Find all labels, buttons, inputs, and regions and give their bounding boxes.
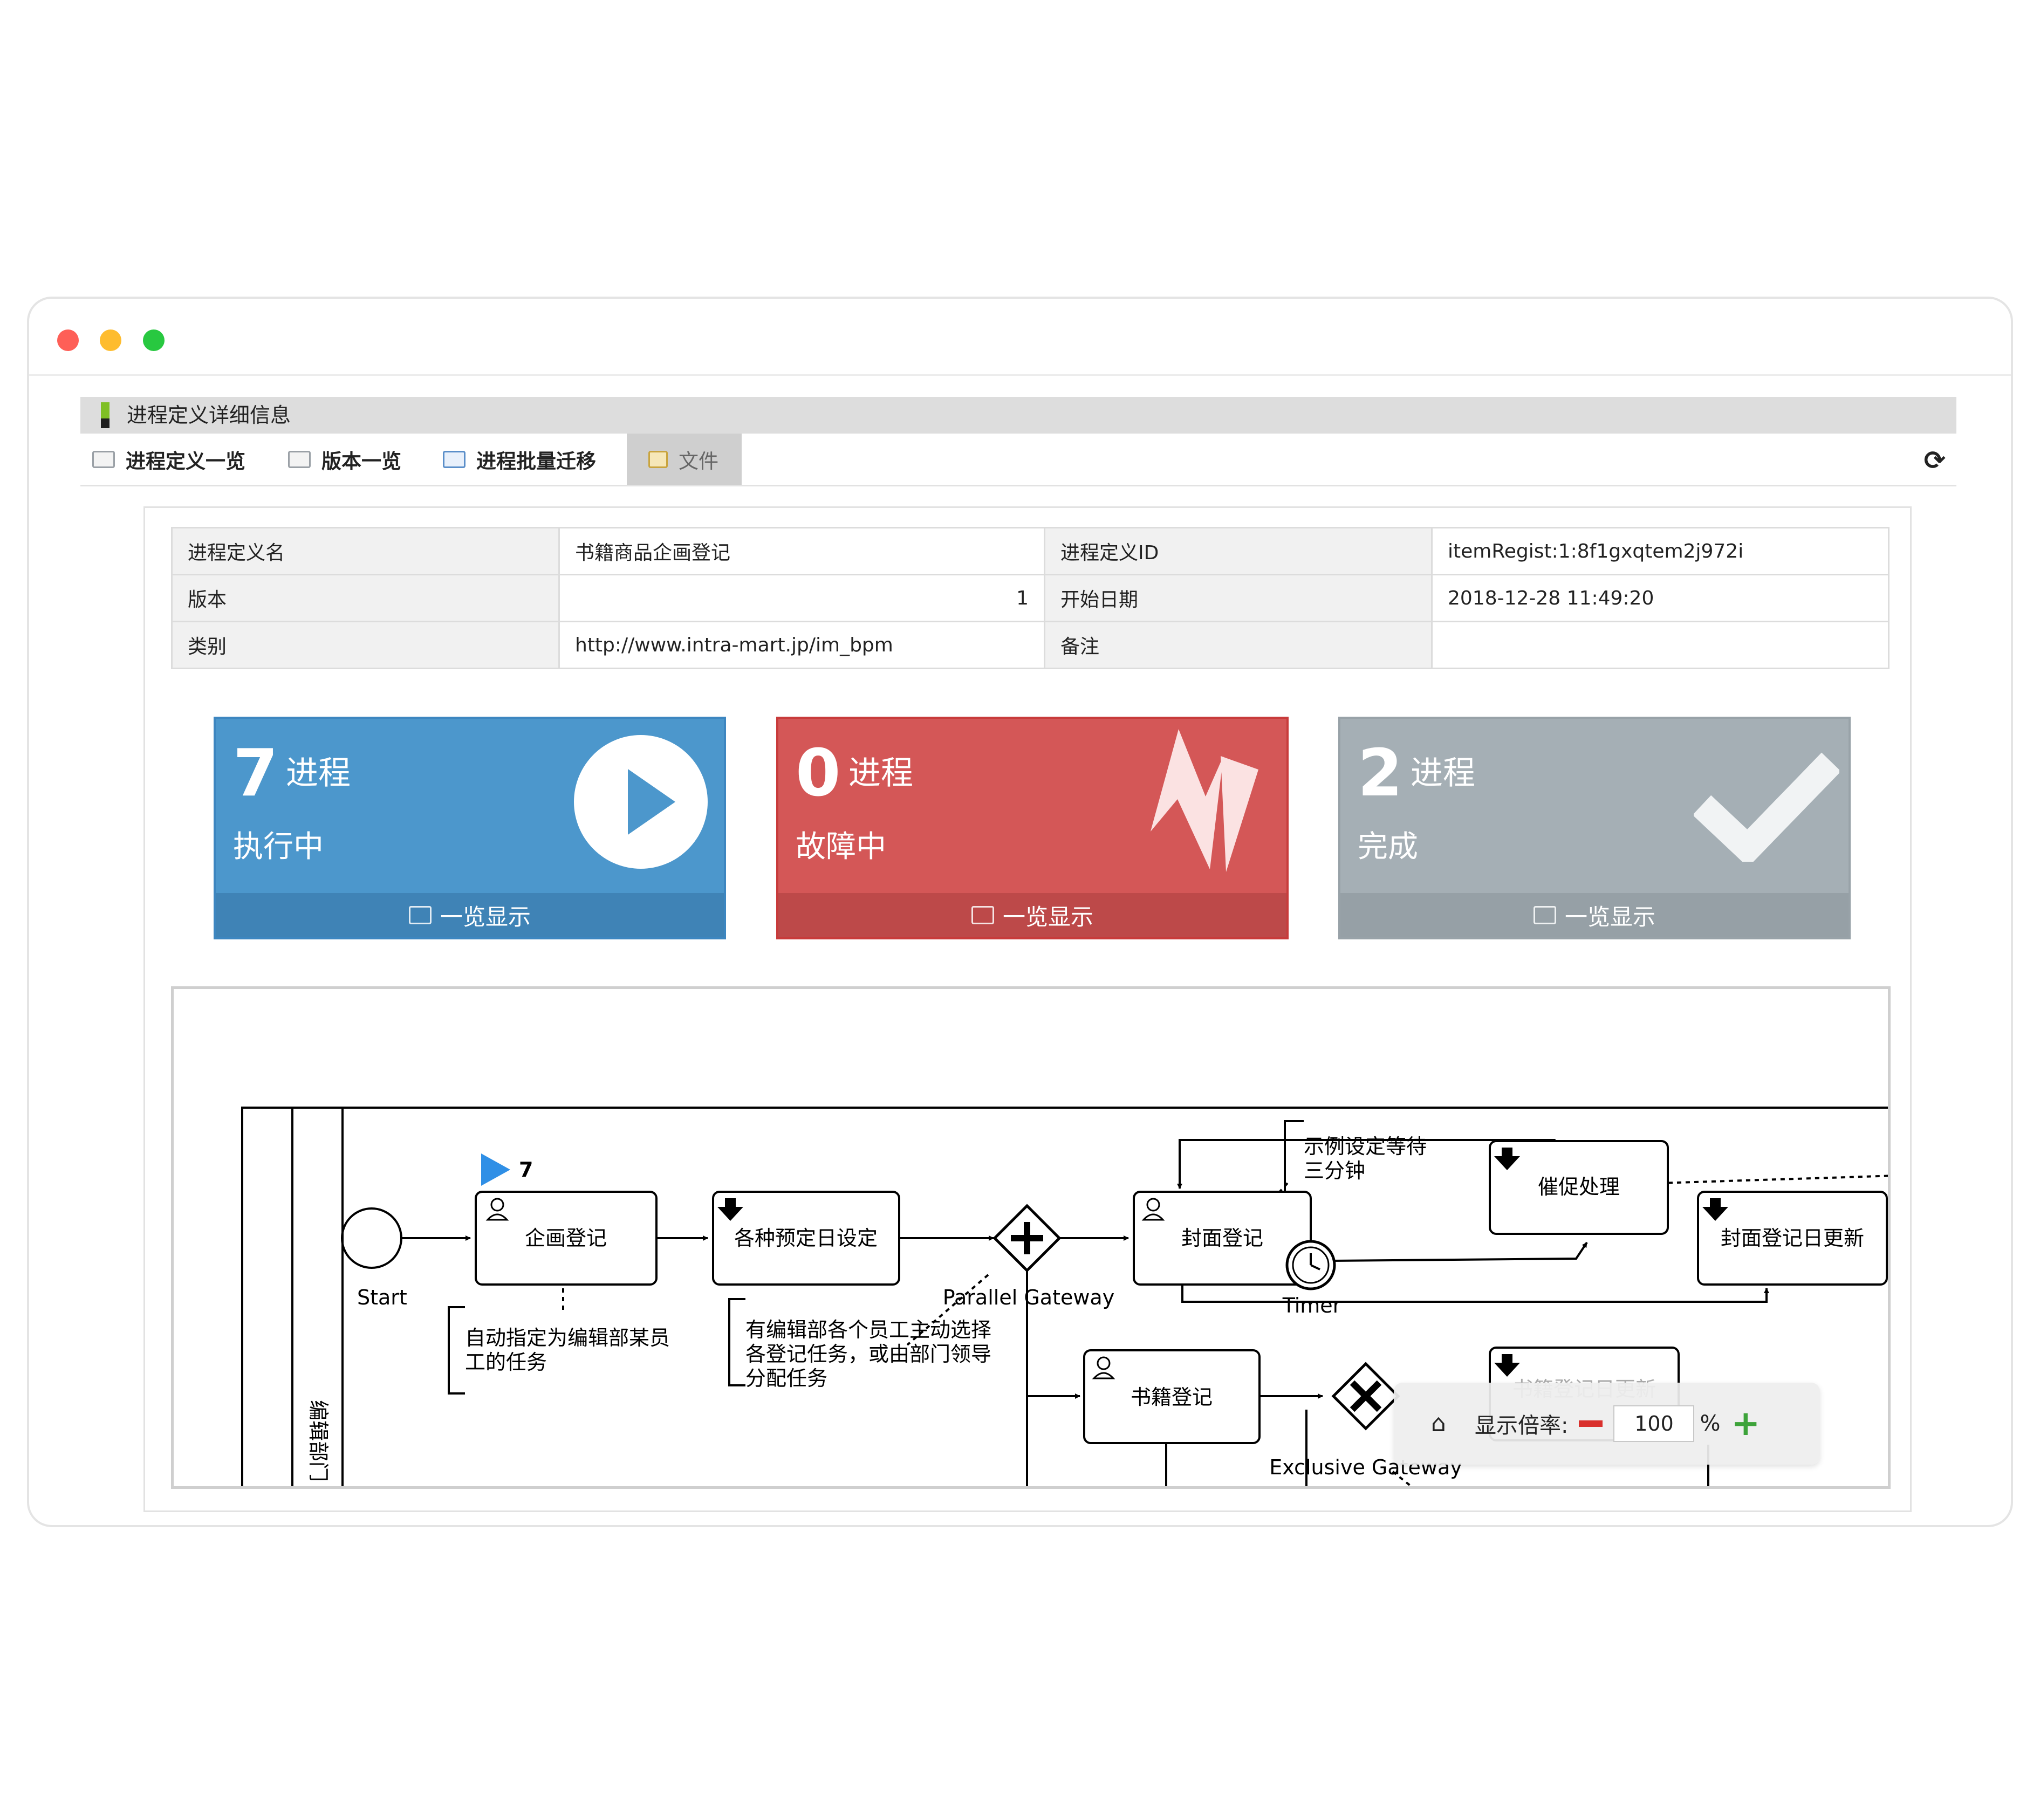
label-cell: 开始日期 bbox=[1044, 574, 1433, 622]
annotation-text: 分配任务 bbox=[745, 1366, 827, 1390]
card-error[interactable]: 0 进程 故障中 一览显示 bbox=[776, 717, 1289, 939]
label-cell: 类别 bbox=[171, 621, 560, 669]
header-marker-icon bbox=[101, 402, 109, 428]
card-count: 2 bbox=[1358, 736, 1403, 811]
browser-window: 进程定义详细信息 进程定义一览 版本一览 进程批量迁移 文件 ⟳ 进程定义名 书… bbox=[27, 297, 2013, 1527]
token-play-icon bbox=[481, 1153, 510, 1186]
value-cell: http://www.intra-mart.jp/im_bpm bbox=[558, 621, 1045, 669]
annotation-bracket bbox=[728, 1298, 745, 1386]
tab-process-definition-list[interactable]: 进程定义一览 bbox=[92, 434, 245, 485]
tab-version-list[interactable]: 版本一览 bbox=[288, 434, 401, 485]
footer-label: 一览显示 bbox=[1002, 903, 1093, 930]
card-count: 0 bbox=[796, 736, 841, 811]
check-icon bbox=[1694, 752, 1839, 862]
association bbox=[1659, 1175, 1888, 1184]
card-status: 执行中 bbox=[233, 829, 324, 864]
process-info-table: 进程定义名 书籍商品企画登记 进程定义ID itemRegist:1:8f1gx… bbox=[171, 527, 1890, 669]
token-count: 7 bbox=[519, 1158, 533, 1182]
list-icon bbox=[971, 906, 994, 924]
list-icon bbox=[288, 450, 311, 468]
label-cell: 备注 bbox=[1044, 621, 1433, 669]
annotation-text: 三分钟 bbox=[1304, 1159, 1365, 1183]
annotation-text: 示例设定等待 bbox=[1304, 1135, 1427, 1158]
toolbar: 进程定义一览 版本一览 进程批量迁移 文件 ⟳ bbox=[80, 434, 1956, 486]
maximize-window-button[interactable] bbox=[143, 329, 165, 351]
refresh-icon[interactable]: ⟳ bbox=[1924, 445, 1946, 476]
card-footer-list-link[interactable]: 一览显示 bbox=[1340, 893, 1849, 937]
label-cell: 进程定义ID bbox=[1044, 527, 1433, 575]
zoom-unit: % bbox=[1700, 1411, 1721, 1436]
minimize-window-button[interactable] bbox=[100, 329, 121, 351]
tab-label: 文件 bbox=[679, 449, 718, 473]
label-cell: 版本 bbox=[171, 574, 560, 622]
zoom-in-button[interactable]: + bbox=[1731, 1406, 1761, 1441]
card-unit: 进程 bbox=[286, 754, 351, 792]
tab-label: 进程定义一览 bbox=[126, 449, 245, 473]
zoom-label: 显示倍率: bbox=[1475, 1413, 1569, 1438]
task-label: 封面登记 bbox=[1181, 1226, 1263, 1250]
value-cell: itemRegist:1:8f1gxqtem2j972i bbox=[1431, 527, 1890, 575]
task-label: 书籍登记 bbox=[1131, 1385, 1213, 1409]
file-icon bbox=[648, 450, 668, 468]
card-footer-list-link[interactable]: 一览显示 bbox=[778, 893, 1286, 937]
list-icon bbox=[1533, 906, 1556, 924]
lightning-icon bbox=[1151, 729, 1258, 872]
footer-label: 一览显示 bbox=[1564, 903, 1655, 930]
table-row: 进程定义名 书籍商品企画登记 进程定义ID itemRegist:1:8f1gx… bbox=[171, 527, 1890, 575]
card-status: 完成 bbox=[1358, 829, 1418, 864]
annotation-bracket bbox=[1284, 1120, 1304, 1203]
card-unit: 进程 bbox=[1411, 754, 1475, 792]
zoom-control: ⌂ 显示倍率: 100 % + bbox=[1394, 1383, 1820, 1465]
tab-batch-migration[interactable]: 进程批量迁移 bbox=[443, 434, 596, 485]
home-icon[interactable]: ⌂ bbox=[1426, 1411, 1451, 1436]
annotation-text: 工的任务 bbox=[465, 1350, 547, 1374]
lane-label: 编辑部门 bbox=[306, 1400, 330, 1482]
annotation-bracket bbox=[448, 1306, 465, 1395]
tab-label: 版本一览 bbox=[321, 449, 401, 473]
start-label: Start bbox=[357, 1286, 407, 1309]
list-icon bbox=[408, 906, 432, 924]
annotation-text: 自动指定为编辑部某员 bbox=[465, 1326, 670, 1350]
value-cell: 2018-12-28 11:49:20 bbox=[1431, 574, 1890, 622]
page-title: 进程定义详细信息 bbox=[127, 403, 291, 427]
card-count: 7 bbox=[233, 736, 278, 811]
value-cell: 1 bbox=[558, 574, 1045, 622]
play-icon bbox=[574, 735, 708, 869]
page-header: 进程定义详细信息 bbox=[80, 397, 1956, 434]
label-cell: 进程定义名 bbox=[171, 527, 560, 575]
value-cell: 书籍商品企画登记 bbox=[558, 527, 1045, 575]
zoom-input[interactable]: 100 bbox=[1613, 1405, 1695, 1442]
table-row: 类别 http://www.intra-mart.jp/im_bpm 备注 bbox=[171, 621, 1890, 669]
value-cell bbox=[1431, 621, 1890, 669]
card-running[interactable]: 7 进程 执行中 一览显示 bbox=[214, 717, 726, 939]
task-label: 封面登记日更新 bbox=[1721, 1226, 1864, 1250]
card-unit: 进程 bbox=[848, 754, 913, 792]
annotation-text: 有编辑部各个员工主动选择 bbox=[745, 1318, 991, 1342]
tab-file[interactable]: 文件 bbox=[627, 434, 742, 485]
task-label: 催促处理 bbox=[1538, 1175, 1620, 1199]
task-label: 企画登记 bbox=[525, 1226, 607, 1250]
start-event[interactable] bbox=[341, 1207, 402, 1269]
main-content: 进程定义名 书籍商品企画登记 进程定义ID itemRegist:1:8f1gx… bbox=[143, 506, 1912, 1512]
migrate-icon bbox=[443, 450, 465, 468]
zoom-out-button[interactable] bbox=[1579, 1420, 1603, 1427]
card-footer-list-link[interactable]: 一览显示 bbox=[216, 893, 724, 937]
tab-label: 进程批量迁移 bbox=[476, 449, 596, 473]
table-row: 版本 1 开始日期 2018-12-28 11:49:20 bbox=[171, 574, 1890, 622]
list-icon bbox=[92, 450, 115, 468]
card-completed[interactable]: 2 进程 完成 一览显示 bbox=[1338, 717, 1851, 939]
window-titlebar bbox=[29, 299, 2011, 376]
gateway-label: Parallel Gateway bbox=[943, 1286, 1114, 1309]
card-status: 故障中 bbox=[796, 829, 886, 864]
timer-label: Timer bbox=[1282, 1294, 1341, 1317]
close-window-button[interactable] bbox=[57, 329, 79, 351]
footer-label: 一览显示 bbox=[440, 903, 531, 930]
bpmn-diagram[interactable]: 7 Start 企画登记 各种预定日设定 封面登记 催促处理 封面登记日更新 书… bbox=[171, 986, 1891, 1489]
task-label: 各种预定日设定 bbox=[734, 1226, 878, 1250]
annotation-text: 各登记任务，或由部门领导 bbox=[745, 1342, 991, 1366]
